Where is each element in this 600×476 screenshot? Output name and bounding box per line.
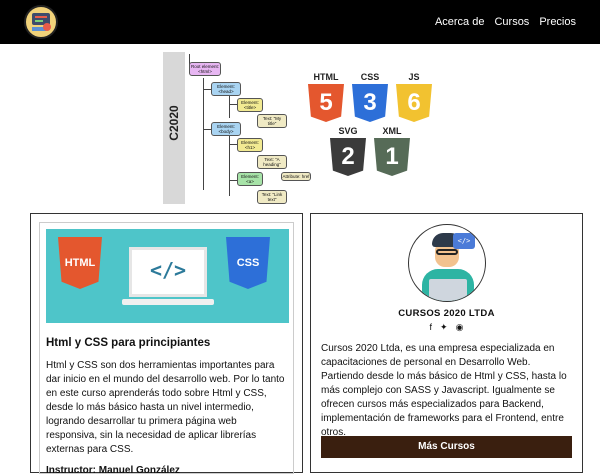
code-bubble-icon: </>: [453, 233, 475, 249]
company-about: Cursos 2020 Ltda, es una empresa especia…: [321, 343, 567, 438]
course-card-inner: HTML </> CSS Html y CSS para principiant…: [39, 222, 294, 476]
tree-node-title-text: Text: "My title": [257, 114, 287, 128]
tree-node-h1: Element: <h1>: [237, 138, 263, 152]
company-card: </> CURSOS 2020 LTDA f ✦ ◉ Cursos 2020 L…: [310, 213, 583, 473]
dom-tree-diagram: C2020 Root element: <html> Element: <hea…: [163, 52, 313, 204]
html-shield-icon: HTML: [58, 237, 102, 289]
course-title: Html y CSS para principiantes: [46, 337, 211, 349]
navbar: Acerca de Cursos Precios: [0, 0, 600, 44]
monitor-stand: [122, 299, 214, 305]
more-courses-button[interactable]: Más Cursos: [321, 436, 572, 458]
tree-node-a: Element: <a>: [237, 172, 263, 186]
tree-node-body: Element: <body>: [211, 122, 241, 136]
course-banner: HTML </> CSS: [46, 229, 289, 323]
nav-link-precios[interactable]: Precios: [539, 16, 576, 28]
svg-badge: SVG 2: [330, 126, 366, 176]
css3-badge: CSS 3: [352, 72, 388, 122]
monitor-icon: </>: [129, 247, 207, 297]
nav-link-cursos[interactable]: Cursos: [494, 16, 529, 28]
tree-node-html: Root element: <html>: [189, 62, 221, 76]
xml-badge: XML 1: [374, 126, 410, 176]
tree-node-href: Attribute: href: [281, 172, 311, 181]
course-card: HTML </> CSS Html y CSS para principiant…: [30, 213, 303, 476]
nav-links: Acerca de Cursos Precios: [435, 16, 576, 28]
tree-node-h1-text: Text: "A heading": [257, 155, 287, 169]
github-icon[interactable]: ◉: [456, 322, 464, 333]
course-description: Html y CSS son dos herramientas importan…: [46, 360, 285, 455]
tech-badges: HTML 5 CSS 3 JS 6 SVG 2 XML 1: [308, 72, 438, 202]
nav-link-acerca[interactable]: Acerca de: [435, 16, 485, 28]
social-links: f ✦ ◉: [311, 322, 582, 333]
twitter-icon[interactable]: ✦: [440, 322, 448, 333]
company-name: CURSOS 2020 LTDA: [398, 308, 495, 319]
facebook-icon[interactable]: f: [430, 322, 433, 333]
tree-node-a-text: Text: "Link text": [257, 190, 287, 204]
tree-node-title: Element: <title>: [237, 98, 263, 112]
developer-avatar: </>: [408, 224, 486, 302]
site-logo[interactable]: [24, 5, 58, 39]
css-shield-icon: CSS: [226, 237, 270, 289]
hero-image: C2020 Root element: <html> Element: <hea…: [163, 52, 438, 204]
tree-node-head: Element: <head>: [211, 82, 241, 96]
js-badge: JS 6: [396, 72, 432, 122]
html5-badge: HTML 5: [308, 72, 344, 122]
course-instructor: Instructor: Manuel González: [46, 465, 180, 476]
c2020-vertical-label: C2020: [163, 52, 185, 204]
